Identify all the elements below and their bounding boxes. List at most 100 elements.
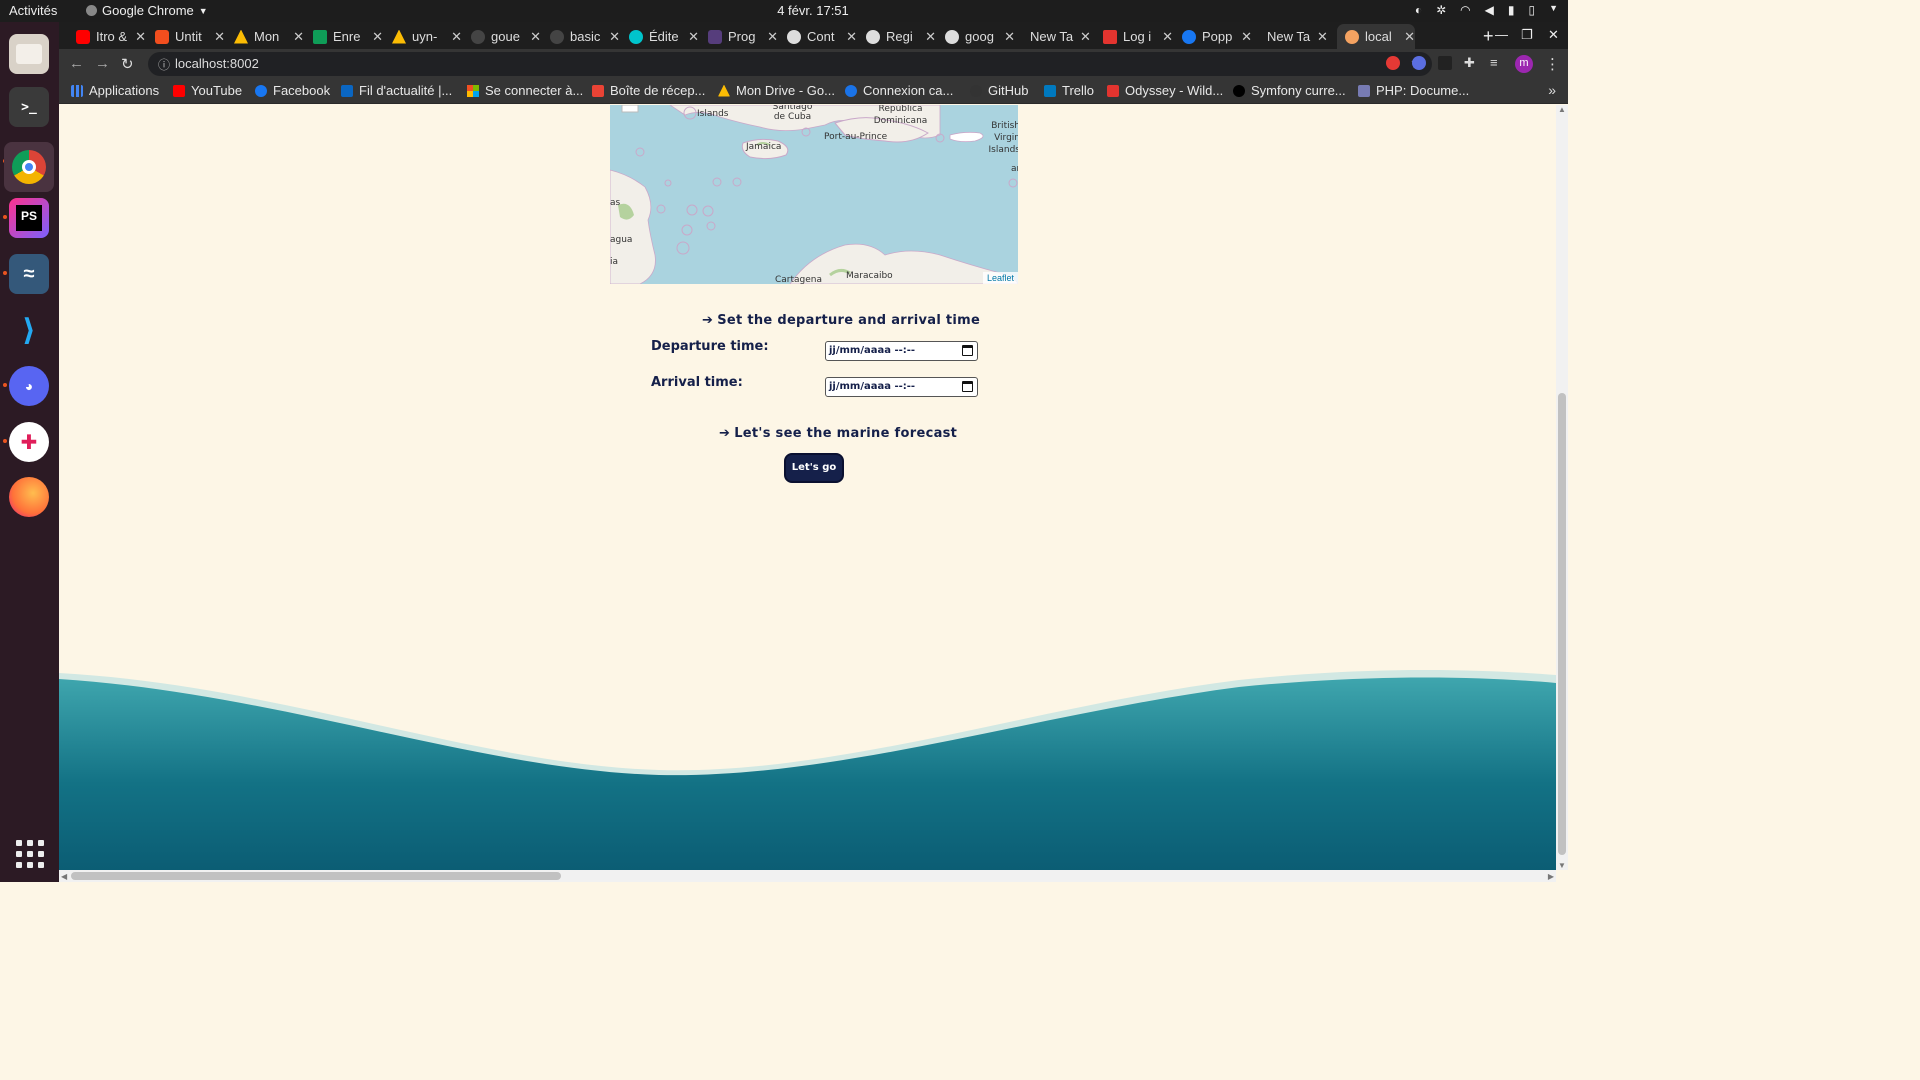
arrival-time-input[interactable]: jj/mm/aaaa --:--: [825, 377, 978, 397]
bookmark-applications[interactable]: Applications: [71, 83, 159, 98]
address-bar[interactable]: ⓘ localhost:8002 ☆: [148, 52, 1432, 76]
bookmarks-bar: Applications YouTube Facebook Fil d'actu…: [59, 79, 1568, 104]
discord-icon[interactable]: ◕: [9, 366, 49, 406]
tab[interactable]: Regi ✕: [858, 24, 936, 49]
extensions-puzzle-icon[interactable]: ✚: [1464, 55, 1475, 71]
battery-icon[interactable]: ▯: [1528, 3, 1535, 17]
close-tab-icon[interactable]: ✕: [1317, 29, 1328, 45]
restore-icon[interactable]: ❐: [1521, 27, 1533, 43]
close-tab-icon[interactable]: ✕: [609, 29, 620, 45]
volume-icon[interactable]: ◀: [1485, 3, 1494, 17]
system-tray[interactable]: ◐ ✲ ◠ ◀ ▮ ▯ ▼: [1415, 3, 1558, 17]
wifi-icon[interactable]: ◠: [1460, 3, 1470, 17]
close-tab-icon[interactable]: ✕: [925, 29, 936, 45]
close-tab-icon[interactable]: ✕: [846, 29, 857, 45]
bookmark-github[interactable]: GitHub: [970, 83, 1028, 98]
bookmark-microsoft[interactable]: Se connecter à...: [467, 83, 583, 98]
tab[interactable]: Log i ✕: [1095, 24, 1173, 49]
mysql-workbench-icon[interactable]: ≈: [9, 254, 49, 294]
lets-go-button[interactable]: Let's go: [784, 453, 844, 483]
slack-icon[interactable]: ✚: [9, 422, 49, 462]
bookmark-drive[interactable]: Mon Drive - Go...: [718, 83, 835, 98]
tab[interactable]: basic ✕: [542, 24, 620, 49]
extension-icon[interactable]: [1386, 56, 1400, 70]
terminal-icon[interactable]: >_: [9, 87, 49, 127]
back-icon[interactable]: ←: [69, 55, 84, 72]
calendar-icon[interactable]: [962, 381, 973, 392]
close-tab-icon[interactable]: ✕: [451, 29, 462, 45]
tab[interactable]: New Tab✕: [1253, 24, 1331, 49]
map-attribution-link[interactable]: Leaflet: [982, 272, 1018, 284]
bookmark-linkedin[interactable]: Fil d'actualité |...: [341, 83, 452, 98]
slack-tray-icon[interactable]: ✲: [1436, 3, 1446, 17]
bookmark-youtube[interactable]: YouTube: [173, 83, 242, 98]
scroll-right-icon[interactable]: ▶: [1548, 872, 1554, 881]
tab[interactable]: uyn- ✕: [384, 24, 462, 49]
scroll-down-icon[interactable]: ▼: [1558, 861, 1566, 870]
horizontal-scroll-thumb[interactable]: [71, 872, 561, 880]
minimize-icon[interactable]: —: [1495, 27, 1508, 42]
scroll-up-icon[interactable]: ▲: [1558, 105, 1566, 114]
bookmark-connexion[interactable]: Connexion ca...: [845, 83, 953, 98]
forward-icon[interactable]: →: [95, 55, 110, 72]
discord-tray-icon[interactable]: ◐: [1415, 3, 1422, 17]
close-tab-icon[interactable]: ✕: [767, 29, 778, 45]
tab[interactable]: goog ✕: [937, 24, 1015, 49]
close-tab-icon[interactable]: ✕: [1404, 29, 1415, 45]
close-tab-icon[interactable]: ✕: [1162, 29, 1173, 45]
leaflet-map[interactable]: Islands Santiago de Cuba República Domin…: [610, 105, 1018, 284]
close-window-icon[interactable]: ✕: [1548, 27, 1559, 43]
power-menu-icon[interactable]: ▼: [1549, 3, 1558, 17]
tab-active[interactable]: local ✕: [1337, 24, 1415, 49]
tab[interactable]: Édite ✕: [621, 24, 699, 49]
tab[interactable]: Enre ✕: [305, 24, 383, 49]
media-controls-icon[interactable]: ≡: [1490, 55, 1498, 70]
horizontal-scrollbar[interactable]: ◀ ▶: [59, 870, 1556, 882]
tab[interactable]: Prog ✕: [700, 24, 778, 49]
tab[interactable]: Mon ✕: [226, 24, 304, 49]
departure-time-input[interactable]: jj/mm/aaaa --:--: [825, 341, 978, 361]
tab[interactable]: Popp ✕: [1174, 24, 1252, 49]
profile-avatar[interactable]: m: [1515, 55, 1533, 73]
bookmark-symfony[interactable]: Symfony curre...: [1233, 83, 1346, 98]
site-info-icon[interactable]: ⓘ: [158, 56, 170, 73]
close-tab-icon[interactable]: ✕: [688, 29, 699, 45]
close-tab-icon[interactable]: ✕: [293, 29, 304, 45]
bookmark-php[interactable]: PHP: Docume...: [1358, 83, 1469, 98]
menu-kebab-icon[interactable]: ⋮: [1545, 55, 1560, 73]
new-tab-button[interactable]: +: [1483, 26, 1494, 47]
calendar-icon[interactable]: [962, 345, 973, 356]
close-tab-icon[interactable]: ✕: [1004, 29, 1015, 45]
close-tab-icon[interactable]: ✕: [530, 29, 541, 45]
close-tab-icon[interactable]: ✕: [214, 29, 225, 45]
bookmark-odyssey[interactable]: Odyssey - Wild...: [1107, 83, 1223, 98]
tab[interactable]: goue ✕: [463, 24, 541, 49]
close-tab-icon[interactable]: ✕: [135, 29, 146, 45]
bookmark-gmail[interactable]: Boîte de récep...: [592, 83, 705, 98]
close-tab-icon[interactable]: ✕: [1080, 29, 1091, 45]
phpstorm-icon[interactable]: PS: [9, 198, 49, 238]
scroll-left-icon[interactable]: ◀: [61, 872, 67, 881]
clock[interactable]: 4 févr. 17:51: [0, 3, 1626, 18]
firefox-icon[interactable]: [9, 477, 49, 517]
tab[interactable]: New Tab✕: [1016, 24, 1094, 49]
vscode-icon[interactable]: ⟩: [9, 310, 49, 350]
vertical-scroll-thumb[interactable]: [1558, 393, 1566, 855]
drive-favicon-icon: [392, 29, 406, 44]
show-applications-icon[interactable]: [16, 840, 44, 868]
reload-icon[interactable]: ↻: [121, 55, 134, 73]
extension-icon[interactable]: [1438, 56, 1452, 70]
tab[interactable]: Untit ✕: [147, 24, 225, 49]
close-tab-icon[interactable]: ✕: [372, 29, 383, 45]
vertical-scrollbar[interactable]: ▲ ▼: [1556, 105, 1568, 870]
bookmark-trello[interactable]: Trello: [1044, 83, 1094, 98]
extension-icon[interactable]: [1412, 56, 1426, 70]
chrome-dock-icon[interactable]: [4, 142, 54, 192]
more-bookmarks-icon[interactable]: »: [1548, 82, 1556, 98]
microphone-icon[interactable]: ▮: [1508, 3, 1515, 17]
bookmark-facebook[interactable]: Facebook: [255, 83, 330, 98]
files-icon[interactable]: [9, 34, 49, 74]
tab[interactable]: Cont ✕: [779, 24, 857, 49]
close-tab-icon[interactable]: ✕: [1241, 29, 1252, 45]
tab[interactable]: Itro & ✕: [68, 24, 146, 49]
